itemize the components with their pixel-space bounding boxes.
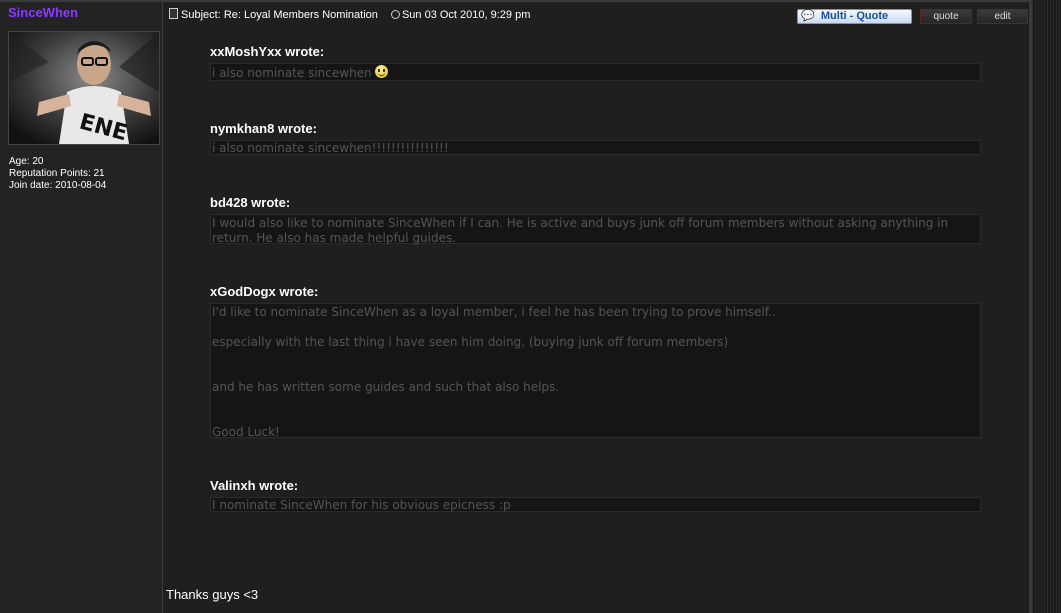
edit-button[interactable]: edit [977, 9, 1028, 24]
post-date: Sun 03 Oct 2010, 9:29 pm [401, 9, 531, 21]
multi-quote-label: Multi - Quote [820, 10, 889, 22]
post-subject-line: Subject: Re: Loyal Members Nomination Su… [169, 8, 530, 21]
right-edge-pattern [1029, 0, 1061, 613]
post-header: Subject: Re: Loyal Members Nomination Su… [163, 2, 1029, 26]
quote-body: I would also like to nominate SinceWhen … [210, 214, 981, 245]
quote-text: i also nominate sincewhen [212, 66, 372, 80]
user-stats: Age: 20 Reputation Points: 21 Join date:… [9, 156, 106, 192]
quote-author: bd428 wrote: [210, 195, 291, 210]
post-subject: Re: Loyal Members Nomination [223, 9, 378, 21]
right-divider [1029, 0, 1032, 613]
multi-quote-button[interactable]: 💬 Multi - Quote [797, 9, 912, 24]
quote-author: xxMoshYxx wrote: [210, 44, 325, 59]
quote-text: I nominate SinceWhen for his obvious epi… [212, 498, 511, 512]
user-profile-panel: SinceWhen ENE Age: 20 Reputation Points:… [0, 2, 163, 613]
quote-text: Good Luck! [212, 425, 280, 439]
quote-author: nymkhan8 wrote: [210, 121, 317, 136]
avatar-image: ENE [9, 32, 159, 144]
join-date-label: Join date: [9, 180, 53, 191]
reputation-value: 21 [93, 168, 105, 179]
avatar: ENE [8, 31, 160, 145]
age-value: 20 [32, 156, 44, 167]
quote-body: I'd like to nominate SinceWhen as a loya… [210, 303, 981, 439]
join-date-value: 2010-08-04 [55, 180, 107, 191]
quote-body: I nominate SinceWhen for his obvious epi… [210, 497, 981, 512]
speech-bubble-icon: 💬 [801, 10, 815, 22]
quote-body: i also nominate sincewhen [210, 63, 981, 81]
clock-icon [390, 10, 400, 19]
post-closing-text: Thanks guys <3 [166, 587, 259, 602]
quote-author: Valinxh wrote: [210, 478, 299, 493]
quote-text: I'd like to nominate SinceWhen as a loya… [212, 305, 776, 319]
quote-text: and he has written some guides and such … [212, 380, 560, 394]
quote-text: especially with the last thing i have se… [212, 335, 729, 349]
smiley-icon [374, 65, 388, 78]
quote-text: I would also like to nominate SinceWhen … [212, 216, 949, 245]
subject-label: Subject: [181, 9, 221, 21]
post-icon [169, 8, 178, 19]
quote-text: i also nominate sincewhen!!!!!!!!!!!!!!!… [212, 141, 449, 155]
quote-author: xGodDogx wrote: [210, 284, 319, 299]
username-link[interactable]: SinceWhen [8, 5, 78, 20]
reputation-label: Reputation Points: [9, 168, 91, 179]
quote-button[interactable]: quote [920, 9, 972, 24]
quote-body: i also nominate sincewhen!!!!!!!!!!!!!!!… [210, 140, 981, 155]
age-label: Age: [9, 156, 30, 167]
